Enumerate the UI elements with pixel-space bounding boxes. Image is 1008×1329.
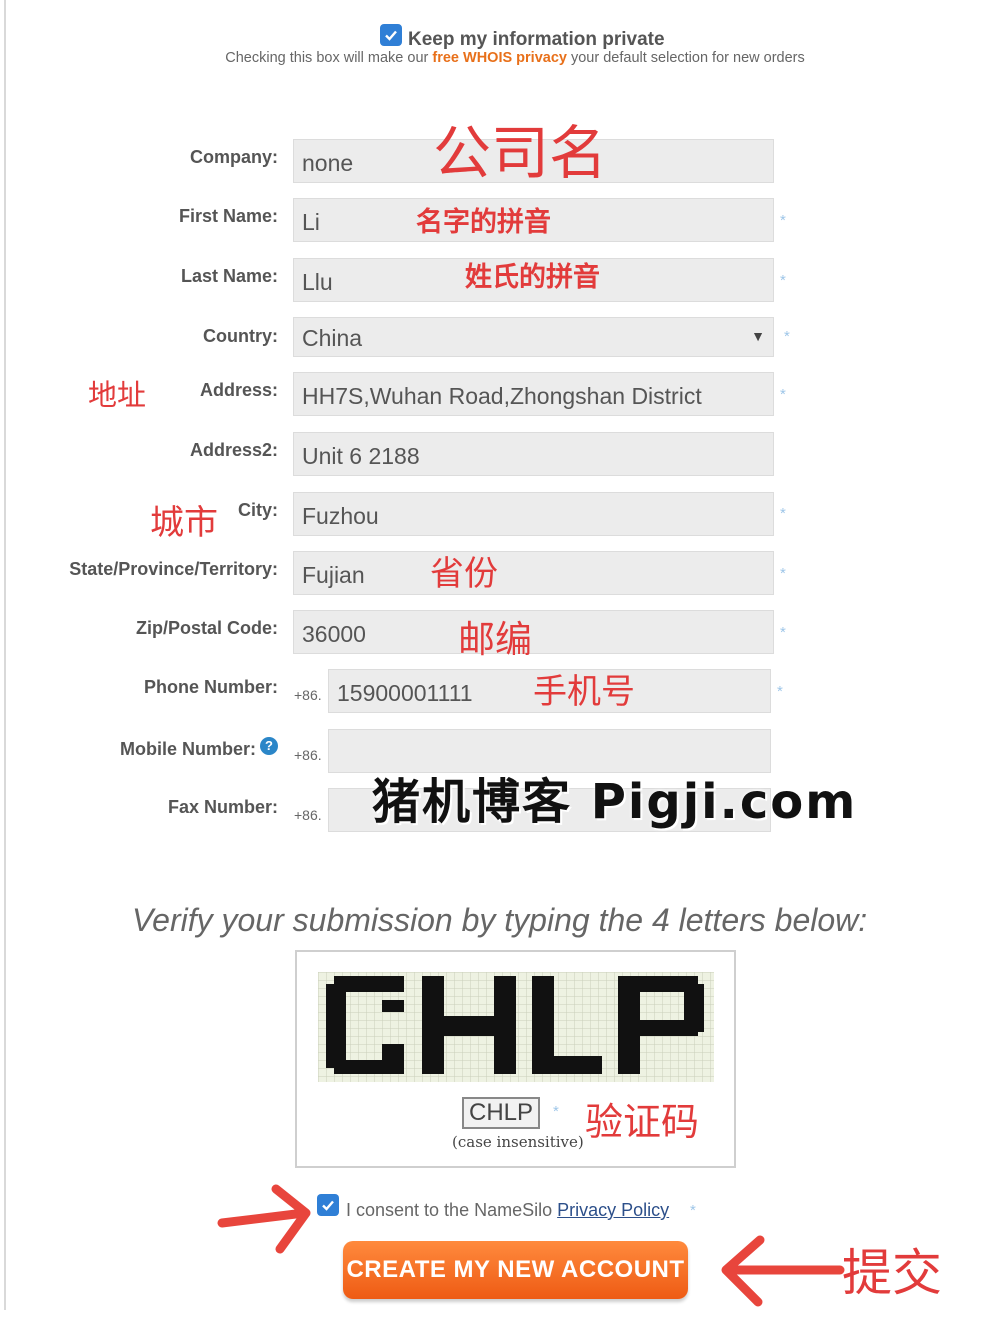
annotation-phone: 手机号	[533, 672, 635, 712]
privacy-policy-link[interactable]: Privacy Policy	[557, 1200, 669, 1220]
state-label: State/Province/Territory:	[69, 559, 278, 579]
address-input[interactable]: HH7S,Wuhan Road,Zhongshan District	[293, 372, 774, 416]
city-label: City:	[238, 500, 278, 520]
whois-privacy-highlight: free WHOIS privacy	[432, 50, 567, 66]
annotation-last-name: 姓氏的拼音	[465, 262, 600, 293]
captcha-input[interactable]: CHLP	[462, 1097, 540, 1129]
required-mark: *	[780, 565, 786, 582]
fax-label: Fax Number:	[167, 797, 278, 817]
required-mark: *	[780, 212, 786, 229]
address2-label: Address2:	[189, 440, 278, 460]
privacy-title: Keep my information private	[408, 29, 665, 50]
annotation-captcha: 验证码	[585, 1100, 700, 1144]
annotation-zip: 邮编	[458, 618, 532, 661]
country-label: Country:	[203, 326, 278, 346]
dropdown-arrow-icon: ▼	[751, 328, 765, 344]
privacy-note: Checking this box will make our free WHO…	[0, 50, 1008, 66]
city-input[interactable]: Fuzhou	[293, 492, 774, 536]
case-insensitive-note: (case insensitive)	[452, 1133, 584, 1151]
page-left-border	[4, 0, 6, 1310]
consent-label: I consent to the NameSilo	[346, 1200, 558, 1220]
privacy-checkbox[interactable]	[380, 24, 402, 46]
create-account-button[interactable]: CREATE MY NEW ACCOUNT	[343, 1241, 688, 1299]
annotation-first-name: 名字的拼音	[416, 207, 551, 238]
privacy-note-text-end: your default selection for new orders	[566, 50, 805, 66]
address-label: Address:	[199, 380, 278, 400]
address2-input[interactable]: Unit 6 2188	[293, 432, 774, 476]
required-mark: *	[780, 272, 786, 289]
required-mark: *	[784, 328, 790, 345]
fax-prefix: +86.	[294, 807, 322, 823]
last-name-label: Last Name:	[180, 266, 278, 286]
checkmark-icon	[322, 1200, 334, 1211]
annotation-submit: 提交	[842, 1244, 942, 1302]
zip-input[interactable]: 36000	[293, 610, 774, 654]
required-mark: *	[553, 1103, 559, 1120]
annotation-state: 省份	[430, 554, 498, 594]
required-mark: *	[780, 505, 786, 522]
watermark: 猪机博客 Pigji.com	[372, 774, 858, 830]
phone-prefix: +86.	[294, 687, 322, 703]
captcha-image	[318, 972, 714, 1082]
privacy-note-text: Checking this box will make our	[225, 50, 433, 66]
required-mark: *	[690, 1202, 696, 1219]
country-selected: China	[302, 325, 363, 351]
annotation-company: 公司名	[433, 119, 608, 187]
consent-text: I consent to the NameSilo Privacy Policy	[346, 1200, 669, 1221]
help-icon[interactable]: ?	[260, 737, 278, 755]
required-mark: *	[780, 624, 786, 641]
required-mark: *	[780, 386, 786, 403]
country-select[interactable]: China ▼	[293, 317, 774, 357]
first-name-label: First Name:	[178, 206, 278, 226]
company-label: Company:	[189, 147, 278, 167]
captcha-instruction: Verify your submission by typing the 4 l…	[132, 902, 868, 938]
zip-label: Zip/Postal Code:	[135, 618, 278, 638]
captcha-letters-graphic	[318, 972, 714, 1082]
arrow-left-icon	[721, 1235, 845, 1307]
arrow-right-icon	[217, 1184, 311, 1254]
phone-label: Phone Number:	[143, 677, 278, 697]
state-input[interactable]: Fujian	[293, 551, 774, 595]
mobile-prefix: +86.	[294, 747, 322, 763]
mobile-label: Mobile Number:	[119, 739, 256, 759]
annotation-city: 城市	[150, 503, 218, 543]
checkmark-icon	[385, 30, 397, 41]
annotation-address: 地址	[88, 378, 147, 412]
consent-checkbox[interactable]	[317, 1194, 339, 1216]
required-mark: *	[777, 683, 783, 700]
